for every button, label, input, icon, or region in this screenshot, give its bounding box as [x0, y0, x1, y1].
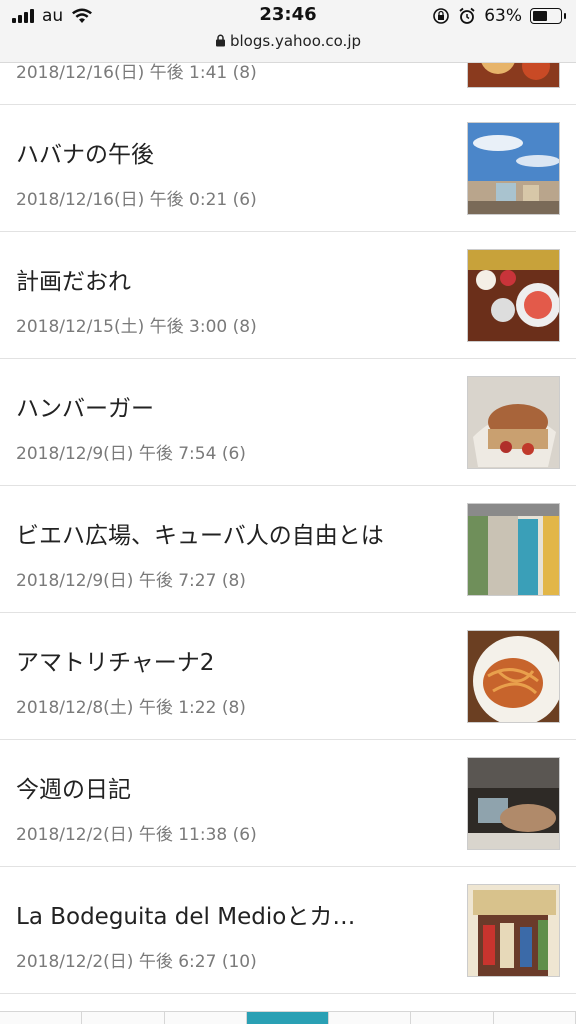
- burger-thumb: [467, 376, 560, 469]
- pasta-thumb: [467, 630, 560, 723]
- rotation-lock-icon: [433, 8, 450, 24]
- list-item[interactable]: ビエハ広場、キューバ人の自由とは 2018/12/9(日) 午後 7:27 (8…: [0, 486, 576, 613]
- list-item[interactable]: 計画だおれ 2018/12/15(土) 午後 3:00 (8): [0, 232, 576, 359]
- list-item[interactable]: La Bodeguita del Medioとカ… 2018/12/2(日) 午…: [0, 867, 576, 994]
- url-text: blogs.yahoo.co.jp: [229, 32, 362, 50]
- list-item[interactable]: アマトリチャーナ2 2018/12/8(土) 午後 1:22 (8): [0, 613, 576, 740]
- table-food-thumb: [467, 249, 560, 342]
- post-meta: 2018/12/2(日) 午後 11:38 (6): [16, 825, 257, 845]
- post-meta: 2018/12/2(日) 午後 6:27 (10): [16, 952, 257, 972]
- tab-1[interactable]: [0, 1012, 83, 1024]
- bottom-tab-bar: [0, 1011, 576, 1024]
- list-item[interactable]: ハバナの午後 2018/12/16(日) 午後 0:21 (6): [0, 105, 576, 232]
- post-meta: 2018/12/9(日) 午後 7:27 (8): [16, 571, 246, 591]
- post-title: ハンバーガー: [16, 396, 154, 422]
- tab-7[interactable]: [493, 1012, 576, 1024]
- alarm-icon: [459, 7, 475, 24]
- status-right: 63%: [432, 6, 566, 26]
- bar-thumb: [467, 884, 560, 977]
- tab-3[interactable]: [164, 1012, 247, 1024]
- post-title: 今週の日記: [16, 777, 131, 803]
- battery-percent: 63%: [484, 6, 522, 26]
- tab-4-active[interactable]: [246, 1012, 330, 1024]
- post-meta: 2018/12/15(土) 午後 3:00 (8): [16, 317, 257, 337]
- post-meta: 2018/12/9(日) 午後 7:54 (6): [16, 444, 246, 464]
- post-meta: 2018/12/8(土) 午後 1:22 (8): [16, 698, 246, 718]
- address-bar[interactable]: blogs.yahoo.co.jp: [0, 32, 576, 50]
- list-item[interactable]: ハンバーガー 2018/12/9(日) 午後 7:54 (6): [0, 359, 576, 486]
- tab-5[interactable]: [329, 1012, 412, 1024]
- battery-icon: [530, 8, 566, 24]
- tab-6[interactable]: [411, 1012, 494, 1024]
- post-title: ハバナの午後: [16, 142, 154, 168]
- post-meta: 2018/12/16(日) 午後 0:21 (6): [16, 190, 257, 210]
- sky-buildings-thumb: [467, 122, 560, 215]
- cafe-thumb: [467, 757, 560, 850]
- post-title: La Bodeguita del Medioとカ…: [16, 904, 356, 930]
- street-thumb: [467, 503, 560, 596]
- post-title: アマトリチャーナ2: [16, 650, 215, 676]
- post-title: 計画だおれ: [16, 269, 131, 295]
- status-bar: au 23:46 63% blogs.yahoo.co.jp: [0, 0, 576, 63]
- lock-icon: [215, 34, 225, 47]
- post-list: 2018/12/16(日) 午後 1:41 (8) ハバナの午後 2018/12…: [0, 0, 576, 994]
- tab-2[interactable]: [82, 1012, 165, 1024]
- post-title: ビエハ広場、キューバ人の自由とは: [16, 523, 384, 549]
- list-item[interactable]: 今週の日記 2018/12/2(日) 午後 11:38 (6): [0, 740, 576, 867]
